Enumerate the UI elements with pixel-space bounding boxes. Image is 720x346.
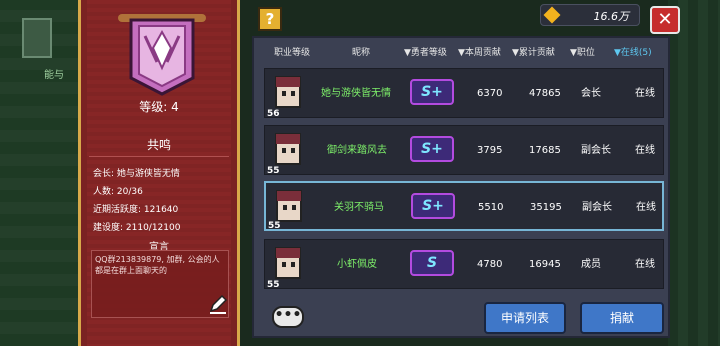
table-row[interactable]: 56 她与游侠皆无情 S+ 6370 47865 会长 在线 xyxy=(264,68,664,119)
gold-counter: 16.6万 xyxy=(540,4,640,26)
weekly-contribution: 4780 xyxy=(477,259,503,270)
avatar-icon xyxy=(275,133,301,165)
guild-construction: 建设度: 2110/12100 xyxy=(93,223,181,233)
game-background-left: 能与 xyxy=(0,0,78,346)
guild-name: 共鸣 xyxy=(146,138,171,152)
gold-gem-icon xyxy=(543,6,561,24)
header-total-contribution[interactable]: ▼累计贡献 xyxy=(512,45,555,58)
header-weekly-contribution[interactable]: ▼本周贡献 xyxy=(458,45,501,58)
divider xyxy=(89,156,229,157)
member-list-panel: 职业等级 昵称 ▼勇者等级 ▼本周贡献 ▼累计贡献 ▼职位 ▼在线(5) 56 … xyxy=(252,36,670,338)
chat-bubble-icon[interactable]: ••• xyxy=(272,306,304,328)
hero-rank-badge: S xyxy=(410,250,454,276)
member-name: 她与游侠皆无情 xyxy=(321,88,391,99)
header-class-level[interactable]: 职业等级 xyxy=(274,45,310,58)
donate-button[interactable]: 捐献 xyxy=(580,302,664,334)
apply-list-button[interactable]: 申请列表 xyxy=(484,302,566,334)
member-position: 副会长 xyxy=(582,202,612,213)
member-name: 小虾佩皮 xyxy=(337,259,377,270)
member-position: 成员 xyxy=(581,259,601,270)
guild-activity: 近期活跃度: 121640 xyxy=(93,205,179,215)
class-level: 55 xyxy=(267,166,280,176)
class-level: 55 xyxy=(267,280,280,290)
hero-rank-badge: S+ xyxy=(411,193,455,219)
notice-text: QQ群213839879, 加群, 公会的人都是在群上面聊天的 xyxy=(95,255,220,275)
header-position[interactable]: ▼职位 xyxy=(570,45,595,58)
online-status: 在线 xyxy=(635,88,655,99)
table-header: 职业等级 昵称 ▼勇者等级 ▼本周贡献 ▼累计贡献 ▼职位 ▼在线(5) xyxy=(258,43,668,59)
background-label: 能与 xyxy=(44,70,64,81)
member-name: 御剑来踏风去 xyxy=(327,145,387,156)
guild-member-count: 人数: 20/36 xyxy=(93,187,143,197)
guild-leader: 会长: 她与游侠皆无情 xyxy=(93,169,180,179)
header-hero-level[interactable]: ▼勇者等级 xyxy=(404,45,447,58)
member-list[interactable]: 56 她与游侠皆无情 S+ 6370 47865 会长 在线 55 御剑来踏风去… xyxy=(264,62,664,296)
weekly-contribution: 3795 xyxy=(477,145,503,156)
gold-value: 16.6万 xyxy=(593,10,630,23)
hero-rank-badge: S+ xyxy=(410,136,454,162)
member-position: 副会长 xyxy=(581,145,611,156)
avatar-icon xyxy=(275,76,301,108)
online-status: 在线 xyxy=(636,202,656,213)
total-contribution: 35195 xyxy=(530,202,562,213)
online-status: 在线 xyxy=(635,259,655,270)
header-online[interactable]: ▼在线(5) xyxy=(614,45,652,58)
help-button[interactable]: ? xyxy=(258,7,282,31)
game-background-right xyxy=(668,0,720,346)
total-contribution: 17685 xyxy=(529,145,561,156)
table-row[interactable]: 55 小虾佩皮 S 4780 16945 成员 在线 xyxy=(264,239,664,290)
online-status: 在线 xyxy=(635,145,655,156)
total-contribution: 47865 xyxy=(529,88,561,99)
guild-banner-icon xyxy=(129,18,195,96)
member-name: 关羽不骑马 xyxy=(334,202,384,213)
weekly-contribution: 6370 xyxy=(477,88,503,99)
avatar-icon xyxy=(275,247,301,279)
guild-level: 等级: 4 xyxy=(139,100,179,114)
weekly-contribution: 5510 xyxy=(478,202,504,213)
member-position: 会长 xyxy=(581,88,601,99)
background-character xyxy=(22,18,52,58)
class-level: 55 xyxy=(268,221,281,231)
table-row-selected[interactable]: 55 关羽不骑马 S+ 5510 35195 副会长 在线 xyxy=(264,181,664,231)
header-nickname[interactable]: 昵称 xyxy=(352,45,370,58)
edit-pencil-icon[interactable] xyxy=(207,293,229,315)
class-level: 56 xyxy=(267,109,280,119)
guild-info-panel: 等级: 4 共鸣 会长: 她与游侠皆无情 人数: 20/36 近期活跃度: 12… xyxy=(78,0,240,346)
close-button[interactable]: ✕ xyxy=(650,6,680,34)
total-contribution: 16945 xyxy=(529,259,561,270)
hero-rank-badge: S+ xyxy=(410,79,454,105)
table-row[interactable]: 55 御剑来踏风去 S+ 3795 17685 副会长 在线 xyxy=(264,125,664,176)
